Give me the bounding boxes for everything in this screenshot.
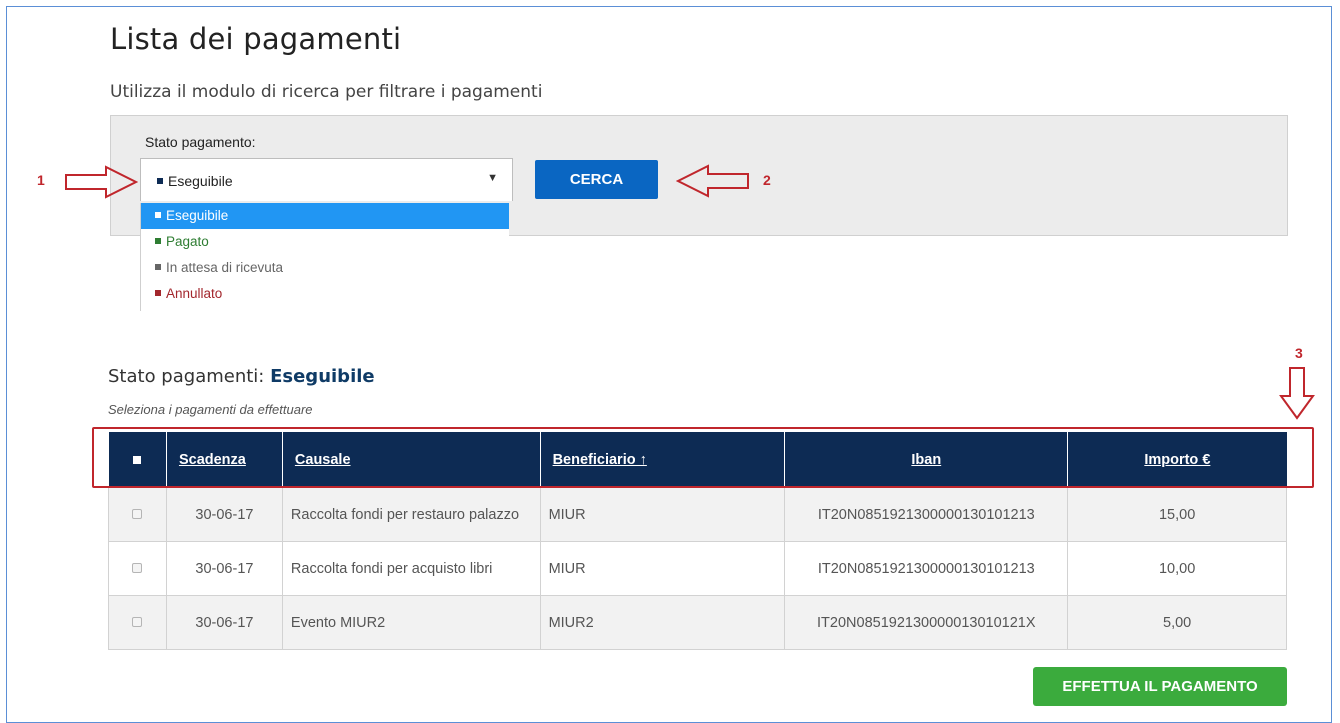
cell-iban: IT20N085192130000013010121X <box>784 595 1069 650</box>
select-value-label: Eseguibile <box>168 173 233 189</box>
annotation-number-1: 1 <box>37 172 45 188</box>
dropdown-option-eseguibile[interactable]: Eseguibile <box>141 203 509 229</box>
checkbox-icon <box>132 562 143 573</box>
status-dropdown-list: Eseguibile Pagato In attesa di ricevuta … <box>140 203 509 311</box>
cell-beneficiario: MIUR <box>539 541 786 596</box>
dropdown-option-annullato[interactable]: Annullato <box>141 281 509 307</box>
table-row: 30-06-17 Evento MIUR2 MIUR2 IT20N0851921… <box>108 595 1287 650</box>
annotation-number-3: 3 <box>1295 345 1303 361</box>
status-square-icon <box>155 264 161 271</box>
cell-scadenza: 30-06-17 <box>165 541 283 596</box>
left-arrow-icon <box>676 164 749 198</box>
row-checkbox[interactable] <box>108 595 167 650</box>
status-square-icon <box>155 290 161 297</box>
cell-causale: Evento MIUR2 <box>281 595 541 650</box>
status-square-icon <box>155 212 161 219</box>
filter-label: Stato pagamento: <box>145 134 256 150</box>
right-arrow-icon <box>65 165 138 199</box>
down-arrow-icon <box>1279 367 1315 420</box>
cell-importo: 10,00 <box>1067 541 1287 596</box>
dropdown-option-pagato[interactable]: Pagato <box>141 229 509 255</box>
row-checkbox[interactable] <box>108 487 167 542</box>
cell-scadenza: 30-06-17 <box>165 487 283 542</box>
page-title: Lista dei pagamenti <box>110 22 402 56</box>
table-row: 30-06-17 Raccolta fondi per acquisto lib… <box>108 541 1287 596</box>
search-button[interactable]: CERCA <box>535 160 658 199</box>
select-value: Eseguibile <box>157 173 233 189</box>
pay-button[interactable]: EFFETTUA IL PAGAMENTO <box>1033 667 1287 706</box>
cell-beneficiario: MIUR2 <box>539 595 786 650</box>
page-subtitle: Utilizza il modulo di ricerca per filtra… <box>110 82 543 102</box>
cell-causale: Raccolta fondi per restauro palazzo <box>281 487 541 542</box>
checkbox-icon <box>132 616 143 627</box>
cell-importo: 15,00 <box>1067 487 1287 542</box>
results-state-title: Stato pagamenti: Eseguibile <box>108 366 375 387</box>
annotation-highlight-box <box>92 427 1314 488</box>
row-checkbox[interactable] <box>108 541 167 596</box>
cell-beneficiario: MIUR <box>539 487 786 542</box>
results-state-value: Eseguibile <box>270 366 375 387</box>
status-square-icon <box>155 238 161 245</box>
table-row: 30-06-17 Raccolta fondi per restauro pal… <box>108 487 1287 542</box>
cell-causale: Raccolta fondi per acquisto libri <box>281 541 541 596</box>
dropdown-option-in-attesa[interactable]: In attesa di ricevuta <box>141 255 509 281</box>
status-square-icon <box>157 178 163 185</box>
annotation-number-2: 2 <box>763 172 771 188</box>
cell-importo: 5,00 <box>1067 595 1287 650</box>
results-hint: Seleziona i pagamenti da effettuare <box>108 402 313 417</box>
cell-iban: IT20N0851921300000130101213 <box>784 487 1069 542</box>
checkbox-icon <box>132 508 143 519</box>
caret-down-icon: ▼ <box>487 172 498 184</box>
payment-status-select[interactable]: Eseguibile ▼ <box>140 158 513 201</box>
cell-scadenza: 30-06-17 <box>165 595 283 650</box>
cell-iban: IT20N0851921300000130101213 <box>784 541 1069 596</box>
